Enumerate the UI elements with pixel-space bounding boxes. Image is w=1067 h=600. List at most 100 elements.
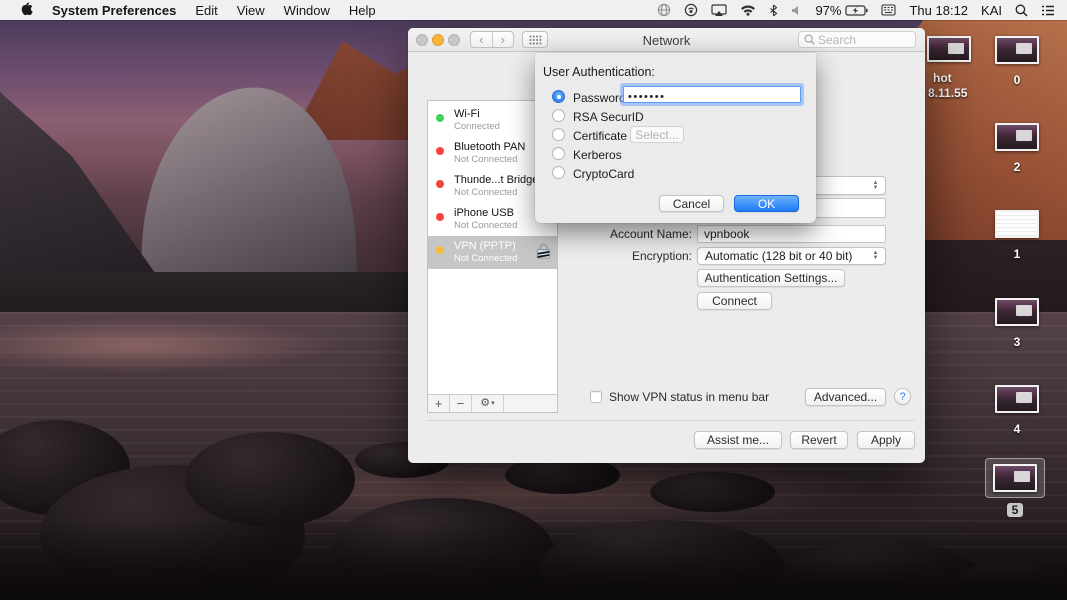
search-field[interactable] xyxy=(798,31,916,48)
wifi-icon[interactable] xyxy=(740,4,756,16)
desktop-icon-label: 4 xyxy=(1013,422,1021,436)
close-button[interactable] xyxy=(416,34,428,46)
account-name-field[interactable]: vpnbook xyxy=(697,225,886,243)
menu-bar: System Preferences Edit View Window Help xyxy=(0,0,1067,20)
forward-button[interactable]: › xyxy=(493,32,514,47)
radio-rsa-securid-label[interactable]: RSA SecurID xyxy=(573,110,644,124)
desktop-icon-label: 0 xyxy=(1013,73,1021,87)
connect-button[interactable]: Connect xyxy=(697,292,772,310)
add-service-button[interactable]: + xyxy=(428,395,450,412)
encryption-label: Encryption: xyxy=(631,249,692,263)
radio-cryptocard-label[interactable]: CryptoCard xyxy=(573,167,634,181)
menu-item-app-name[interactable]: System Preferences xyxy=(52,3,176,18)
globe-icon[interactable] xyxy=(657,3,671,17)
menu-item-window[interactable]: Window xyxy=(284,3,330,18)
show-all-button[interactable] xyxy=(522,31,548,48)
zoom-button[interactable] xyxy=(448,34,460,46)
menu-item-edit[interactable]: Edit xyxy=(195,3,217,18)
spotlight-search-icon[interactable] xyxy=(1015,4,1028,17)
minimize-button[interactable] xyxy=(432,34,444,46)
select-certificate-button[interactable]: Select... xyxy=(630,126,684,143)
desktop-icon[interactable]: 3 xyxy=(988,298,1046,349)
service-actions-menu-button[interactable]: ⚙ ▾ xyxy=(472,395,504,412)
screenshot-thumbnail xyxy=(995,36,1039,64)
menu-item-help[interactable]: Help xyxy=(349,3,376,18)
fast-user-switch-label[interactable]: KAI xyxy=(981,3,1002,18)
radio-password[interactable] xyxy=(552,90,565,103)
show-vpn-status-checkbox-row: Show VPN status in menu bar xyxy=(590,390,769,404)
grid-icon xyxy=(529,35,541,44)
bluetooth-icon[interactable] xyxy=(769,4,778,17)
desktop-icon-label: 5 xyxy=(1006,503,1024,517)
password-field[interactable] xyxy=(623,86,801,105)
authentication-settings-button[interactable]: Authentication Settings... xyxy=(697,269,845,287)
ok-button[interactable]: OK xyxy=(734,195,799,212)
popup-stepper-icon: ▲ ▼ xyxy=(872,179,879,191)
screenshot-thumbnail xyxy=(995,385,1039,413)
menu-bar-clock[interactable]: Thu 18:12 xyxy=(909,3,968,18)
radio-password-label[interactable]: Password: xyxy=(573,91,629,105)
personal-hotspot-icon[interactable] xyxy=(684,3,698,17)
back-button[interactable]: ‹ xyxy=(471,32,493,47)
cancel-button[interactable]: Cancel xyxy=(659,195,724,212)
volume-muted-icon[interactable] xyxy=(791,5,802,16)
menu-item-view[interactable]: View xyxy=(237,3,265,18)
battery-percent-label: 97% xyxy=(815,2,842,18)
remove-service-button[interactable]: − xyxy=(450,395,472,412)
apply-button[interactable]: Apply xyxy=(857,431,915,449)
popup-stepper-icon: ▲ ▼ xyxy=(872,250,879,261)
account-name-label: Account Name: xyxy=(609,227,692,241)
desktop-icon[interactable]: 0 xyxy=(988,36,1046,87)
encryption-popup[interactable]: Automatic (128 bit or 40 bit) ▲ ▼ xyxy=(697,247,886,265)
radio-certificate-label[interactable]: Certificate xyxy=(573,129,627,143)
desktop-icon-screenshot[interactable]: hot 8.11.55 xyxy=(925,36,985,100)
network-preferences-window: ‹ › Network Wi-Fi Connected xyxy=(408,28,925,463)
desktop-icon[interactable]: 1 xyxy=(988,210,1046,261)
desktop-icon-label: 8.11.55 xyxy=(928,86,968,100)
radio-kerberos-label[interactable]: Kerberos xyxy=(573,148,622,162)
input-source-icon[interactable] xyxy=(881,4,897,16)
user-authentication-sheet: User Authentication: Password: RSA Secur… xyxy=(535,53,816,223)
show-vpn-status-checkbox[interactable] xyxy=(590,391,602,403)
footer-divider xyxy=(427,420,915,421)
screenshot-thumbnail xyxy=(995,298,1039,326)
wallpaper-vignette xyxy=(0,520,1067,600)
screen: hot 8.11.55 0 2 1 3 4 5 System Preferenc… xyxy=(0,0,1067,600)
status-dot-idle xyxy=(436,246,444,254)
status-dot-disconnected xyxy=(436,213,444,221)
screenshot-thumbnail xyxy=(993,464,1037,492)
wallpaper-rock xyxy=(650,472,775,512)
screenshot-thumbnail xyxy=(995,123,1039,151)
revert-button[interactable]: Revert xyxy=(790,431,848,449)
screenshot-thumbnail xyxy=(995,210,1039,238)
sheet-title: User Authentication: xyxy=(543,65,655,79)
radio-certificate[interactable] xyxy=(552,128,565,141)
radio-kerberos[interactable] xyxy=(552,147,565,160)
status-dot-connected xyxy=(436,114,444,122)
radio-cryptocard[interactable] xyxy=(552,166,565,179)
desktop-icon[interactable]: 4 xyxy=(988,385,1046,436)
assist-me-button[interactable]: Assist me... xyxy=(694,431,782,449)
desktop-icon[interactable]: 2 xyxy=(988,123,1046,174)
notification-center-icon[interactable] xyxy=(1041,5,1055,16)
help-button[interactable]: ? xyxy=(894,388,911,405)
vpn-lock-icon xyxy=(536,243,551,259)
search-input[interactable] xyxy=(818,32,898,47)
battery-status[interactable]: 97% xyxy=(815,2,869,18)
icon-selection-highlight xyxy=(985,458,1045,498)
apple-menu-icon[interactable] xyxy=(20,1,33,19)
status-dot-disconnected xyxy=(436,147,444,155)
desktop-icon-selected[interactable]: 5 xyxy=(985,458,1045,517)
encryption-value: Automatic (128 bit or 40 bit) xyxy=(705,249,853,263)
wallpaper-rock xyxy=(185,432,355,527)
airplay-display-icon[interactable] xyxy=(711,3,728,17)
wallpaper-reflection xyxy=(0,318,340,373)
screenshot-thumbnail xyxy=(927,36,971,62)
radio-rsa-securid[interactable] xyxy=(552,109,565,122)
desktop-icon-label: 2 xyxy=(1013,160,1021,174)
service-row-vpn-pptp[interactable]: VPN (PPTP) Not Connected xyxy=(428,236,557,269)
password-input[interactable] xyxy=(624,89,800,105)
chevron-down-icon: ▾ xyxy=(491,400,495,407)
advanced-button[interactable]: Advanced... xyxy=(805,388,886,406)
desktop-icon-label: 1 xyxy=(1013,247,1021,261)
